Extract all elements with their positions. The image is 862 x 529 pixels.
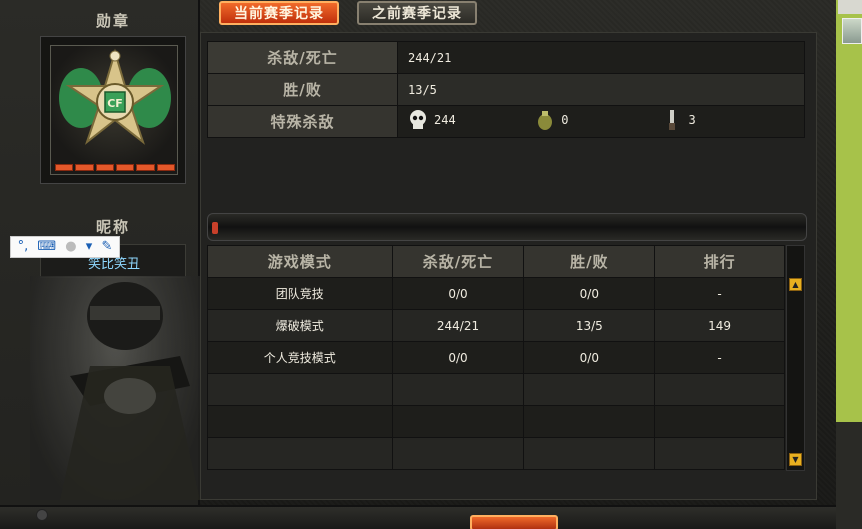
mode-cell xyxy=(207,405,393,438)
wl-cell xyxy=(523,373,656,406)
knife-icon xyxy=(669,110,676,130)
grenade-kill-count: 0 xyxy=(561,113,569,127)
table-row xyxy=(207,405,785,438)
kd-cell xyxy=(391,405,525,438)
special-kills-values: 244 0 3 xyxy=(397,105,805,138)
stats-panel: 杀敌/死亡 244/21 胜/败 13/5 特殊杀敌 244 0 3 游戏模式 … xyxy=(200,32,817,500)
keyboard-icon[interactable]: ⌨ xyxy=(37,237,56,257)
skull-kill-count: 244 xyxy=(434,113,456,127)
header-rank: 排行 xyxy=(654,245,785,278)
kd-value: 244/21 xyxy=(397,41,805,74)
table-scrollbar[interactable]: ▲ ▼ xyxy=(786,245,805,471)
floating-toolbar: °, ⌨ ● ▾ ✎ xyxy=(10,236,120,258)
wrench-icon[interactable]: ✎ xyxy=(101,237,112,257)
side-panel-bottom xyxy=(836,422,862,529)
mode-cell: 个人竞技模式 xyxy=(207,341,393,374)
mode-stats-table: 游戏模式 杀敌/死亡 胜/败 排行 团队竞技 0/0 0/0 - 爆破模式 24… xyxy=(207,245,785,470)
shirt-icon[interactable]: ▾ xyxy=(86,237,93,257)
wl-cell: 0/0 xyxy=(523,341,656,374)
wl-cell xyxy=(523,405,656,438)
bottom-button[interactable] xyxy=(470,515,558,529)
soldier-image xyxy=(30,276,200,500)
bottom-knob-icon[interactable] xyxy=(36,509,48,521)
rank-cell: - xyxy=(654,341,785,374)
rank-cell xyxy=(654,405,785,438)
table-row: 团队竞技 0/0 0/0 - xyxy=(207,277,785,310)
special-kills-label: 特殊杀敌 xyxy=(207,105,398,138)
tab-previous-season[interactable]: 之前赛季记录 xyxy=(357,1,477,25)
section-divider xyxy=(207,213,807,241)
wl-label: 胜/败 xyxy=(207,73,398,106)
grenade-icon xyxy=(538,111,553,130)
medal-icon: CF xyxy=(50,45,178,175)
mode-cell: 团队竞技 xyxy=(207,277,393,310)
mode-cell xyxy=(207,373,393,406)
side-avatar[interactable] xyxy=(842,18,862,44)
rank-cell: - xyxy=(654,277,785,310)
mode-cell: 爆破模式 xyxy=(207,309,393,342)
kd-cell: 0/0 xyxy=(391,277,525,310)
table-row xyxy=(207,437,785,470)
kd-cell: 244/21 xyxy=(391,309,525,342)
header-kd: 杀敌/死亡 xyxy=(391,245,525,278)
grenade-kill: 0 xyxy=(535,109,655,131)
svg-text:CF: CF xyxy=(107,97,123,110)
wl-cell: 0/0 xyxy=(523,277,656,310)
header-mode: 游戏模式 xyxy=(207,245,393,278)
medal-title: 勋章 xyxy=(95,12,130,30)
nickname-title: 昵称 xyxy=(95,218,130,236)
wl-cell: 13/5 xyxy=(523,309,656,342)
mode-table-header: 游戏模式 杀敌/死亡 胜/败 排行 xyxy=(207,245,785,278)
bottom-bar xyxy=(0,505,836,529)
scroll-up-arrow-icon[interactable]: ▲ xyxy=(789,278,802,291)
rank-cell: 149 xyxy=(654,309,785,342)
knife-kill: 3 xyxy=(662,109,696,131)
rank-cell xyxy=(654,437,785,470)
user-icon[interactable]: ● xyxy=(65,237,76,257)
kd-cell xyxy=(391,373,525,406)
medal-frame: CF xyxy=(40,36,186,184)
kd-cell xyxy=(391,437,525,470)
input-method-icon[interactable]: °, xyxy=(18,237,29,257)
wl-cell xyxy=(523,437,656,470)
mode-cell xyxy=(207,437,393,470)
kd-label: 杀敌/死亡 xyxy=(207,41,398,74)
wl-row: 胜/败 13/5 xyxy=(207,73,805,106)
tab-current-season[interactable]: 当前赛季记录 xyxy=(219,1,339,25)
side-thumbnail[interactable] xyxy=(838,0,862,14)
header-wl: 胜/败 xyxy=(523,245,656,278)
skull-icon xyxy=(410,110,426,129)
medal-level-bar xyxy=(55,164,175,171)
special-kills-row: 特殊杀敌 244 0 3 xyxy=(207,105,805,138)
table-row: 爆破模式 244/21 13/5 149 xyxy=(207,309,785,342)
kd-row: 杀敌/死亡 244/21 xyxy=(207,41,805,74)
knife-kill-count: 3 xyxy=(688,113,696,127)
summary-stats-table: 杀敌/死亡 244/21 胜/败 13/5 特殊杀敌 244 0 3 xyxy=(207,41,805,138)
rank-cell xyxy=(654,373,785,406)
skull-kill: 244 xyxy=(408,109,528,131)
scroll-down-arrow-icon[interactable]: ▼ xyxy=(789,453,802,466)
table-row xyxy=(207,373,785,406)
side-panel xyxy=(836,0,862,422)
wl-value: 13/5 xyxy=(397,73,805,106)
kd-cell: 0/0 xyxy=(391,341,525,374)
table-row: 个人竞技模式 0/0 0/0 - xyxy=(207,341,785,374)
